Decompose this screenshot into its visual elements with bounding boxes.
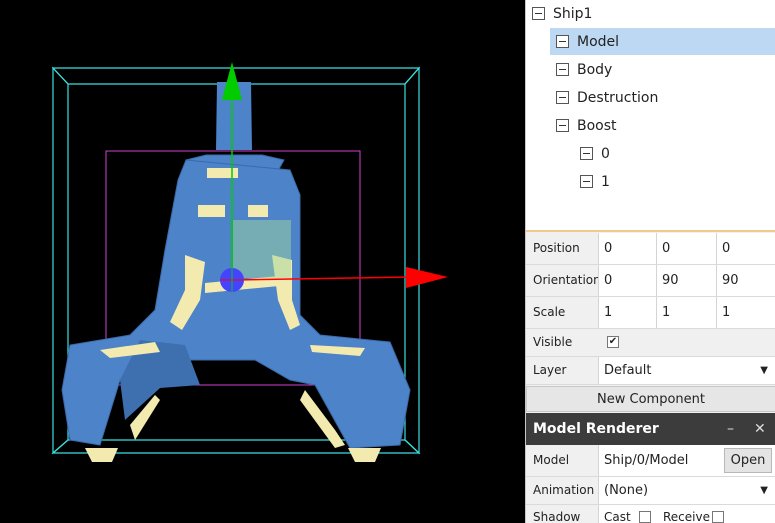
chevron-down-icon: ▼ [760,365,768,376]
tree-item-label: Body [577,61,613,78]
tree-item-label: Boost [577,117,617,134]
shadow-options: Cast Receive [598,505,775,523]
scale-label: Scale [533,305,566,319]
layer-select[interactable]: Default ▼ [598,357,775,384]
tree-item-boost-0[interactable]: 0 [580,140,772,167]
plane-gizmo[interactable] [233,220,291,278]
scene-canvas[interactable] [0,0,525,523]
model-path-value: Ship/0/Model [604,453,689,468]
collapse-icon[interactable] [556,63,569,76]
scale-z-field[interactable]: 1 [716,297,775,328]
orientation-row: Orientation 0 90 90 [526,265,775,297]
close-icon[interactable]: ✕ [754,421,766,437]
receive-checkbox[interactable] [712,511,724,523]
orientation-y-field[interactable]: 90 [656,265,716,296]
position-y-field[interactable]: 0 [656,233,716,264]
component-header[interactable]: Model Renderer – ✕ [526,413,775,445]
collapse-icon[interactable] [556,119,569,132]
scene-viewport[interactable] [0,0,525,523]
chevron-down-icon: ▼ [760,485,768,496]
scale-y-field[interactable]: 1 [656,297,716,328]
position-z-field[interactable]: 0 [716,233,775,264]
minimize-icon[interactable]: – [727,421,734,437]
layer-label: Layer [533,363,567,377]
position-label: Position [533,241,580,255]
layer-row: Layer Default ▼ [526,357,775,385]
tree-item-model[interactable]: Model [550,28,775,55]
shadow-label: Shadow [533,510,581,523]
visible-label: Visible [533,335,573,349]
animation-label: Animation [533,483,595,497]
receive-label: Receive [663,510,710,523]
inspector-panel: Ship1 Model Body Destruction Boost 0 1 P… [525,0,775,523]
layer-value: Default [604,363,652,378]
animation-row: Animation (None) ▼ [526,477,775,505]
visible-row: Visible ✔ [526,329,775,357]
model-label: Model [533,453,570,467]
shadow-row: Shadow Cast Receive [526,505,775,523]
tree-item-label: 1 [601,173,610,190]
collapse-icon[interactable] [556,91,569,104]
animation-select[interactable]: (None) ▼ [598,477,775,504]
tree-item-ship1[interactable]: Ship1 [532,0,772,27]
collapse-icon[interactable] [556,35,569,48]
new-component-button[interactable]: New Component [526,386,775,412]
cast-label: Cast [604,510,631,523]
orientation-label: Orientation [533,273,601,287]
collapse-icon[interactable] [532,7,545,20]
component-title: Model Renderer [533,421,659,437]
collapse-icon[interactable] [580,175,593,188]
hierarchy-tree: Ship1 Model Body Destruction Boost 0 1 [526,0,775,232]
scale-row: Scale 1 1 1 [526,297,775,329]
editor-window: Ship1 Model Body Destruction Boost 0 1 P… [0,0,775,523]
tree-item-label: Model [577,33,620,50]
tree-item-destruction[interactable]: Destruction [556,84,772,111]
tree-item-label: 0 [601,145,610,162]
cast-checkbox[interactable] [639,511,651,523]
tree-item-body[interactable]: Body [556,56,772,83]
open-button[interactable]: Open [724,448,772,473]
visible-checkbox[interactable]: ✔ [607,336,619,348]
animation-value: (None) [604,483,649,498]
position-row: Position 0 0 0 [526,233,775,265]
x-axis-handle-icon[interactable] [406,267,448,288]
orientation-x-field[interactable]: 0 [598,265,656,296]
tree-item-boost-1[interactable]: 1 [580,168,772,195]
model-row: Model Ship/0/Model Open [526,445,775,477]
position-x-field[interactable]: 0 [598,233,656,264]
scale-x-field[interactable]: 1 [598,297,656,328]
orientation-z-field[interactable]: 90 [716,265,775,296]
tree-item-label: Destruction [577,89,659,106]
tree-item-boost[interactable]: Boost [556,112,772,139]
collapse-icon[interactable] [580,147,593,160]
tree-item-label: Ship1 [553,5,593,22]
